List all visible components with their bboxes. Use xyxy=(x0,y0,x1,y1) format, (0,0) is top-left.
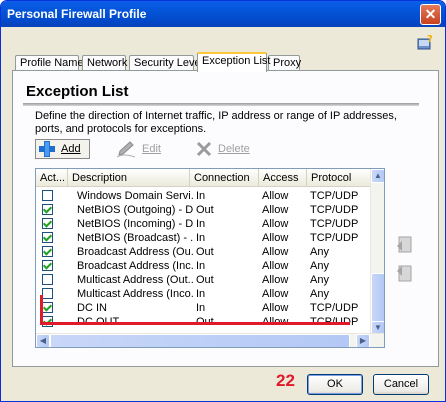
cell-access: Allow xyxy=(262,260,289,272)
cell-description: Broadcast Address (Ou... xyxy=(77,246,193,258)
tab-proxy[interactable]: Proxy xyxy=(268,55,301,71)
tab-profile-name[interactable]: Profile Name xyxy=(15,55,84,71)
scroll-right-icon[interactable]: ▶ xyxy=(356,334,370,347)
table-row[interactable]: Windows Domain Servi... In Allow TCP/UDP xyxy=(36,189,372,203)
table-row[interactable]: NetBIOS (Broadcast) - ... In Allow TCP/UDP xyxy=(36,231,372,245)
cell-access: Allow xyxy=(262,218,289,230)
edit-button-label: Edit xyxy=(142,143,161,155)
column-header-connection[interactable]: Connection xyxy=(190,169,259,187)
panel-description: Define the direction of Internet traffic… xyxy=(35,110,397,135)
row-active-checkbox[interactable] xyxy=(42,204,53,215)
cell-access: Allow xyxy=(262,190,289,202)
cell-connection: In xyxy=(196,302,206,314)
table-row[interactable]: Multicast Address (Out... Out Allow Any xyxy=(36,273,372,287)
page-title: Exception List xyxy=(26,83,129,100)
column-header-active[interactable]: Act... xyxy=(36,169,68,187)
cell-description: Broadcast Address (Inc... xyxy=(77,260,193,272)
column-header-protocol[interactable]: Protocol xyxy=(307,169,372,187)
delete-button-label: Delete xyxy=(218,143,250,155)
tab-exception-list[interactable]: Exception List xyxy=(197,52,270,72)
cell-connection: In xyxy=(196,232,206,244)
cell-description: Multicast Address (Inco... xyxy=(77,288,193,300)
horizontal-scroll-thumb[interactable] xyxy=(50,334,350,347)
vertical-scrollbar[interactable]: ▲ ▼ xyxy=(370,169,384,335)
cell-access: Allow xyxy=(262,274,289,286)
cell-description: Windows Domain Servi... xyxy=(77,190,193,202)
highlight-bracket-horizontal xyxy=(40,322,350,325)
table-row[interactable]: NetBIOS (Incoming) - D... In Allow TCP/UDP xyxy=(36,217,372,231)
scroll-left-icon[interactable]: ◀ xyxy=(36,334,50,347)
tab-security-level[interactable]: Security Level xyxy=(129,55,203,71)
table-header: Act... Description Connection Access Pro… xyxy=(36,169,372,187)
add-button[interactable]: Add xyxy=(35,139,90,159)
row-active-checkbox[interactable] xyxy=(42,246,53,257)
highlight-bracket-vertical xyxy=(40,295,43,325)
cell-description: NetBIOS (Incoming) - D... xyxy=(77,218,193,230)
cell-connection: Out xyxy=(196,274,214,286)
scroll-thumb[interactable] xyxy=(371,273,384,323)
row-active-checkbox[interactable] xyxy=(42,232,53,243)
row-active-checkbox[interactable] xyxy=(42,302,53,313)
table-row[interactable]: DC IN In Allow TCP/UDP xyxy=(36,301,372,315)
table-row[interactable]: Multicast Address (Inco... In Allow Any xyxy=(36,287,372,301)
cell-connection: Out xyxy=(196,204,214,216)
move-down-icon[interactable] xyxy=(394,263,414,285)
table-row[interactable]: Broadcast Address (Inc... In Allow Any xyxy=(36,259,372,273)
cell-protocol: Any xyxy=(310,288,329,300)
exception-list-table: Act... Description Connection Access Pro… xyxy=(35,168,385,348)
row-active-checkbox[interactable] xyxy=(42,218,53,229)
table-row[interactable]: NetBIOS (Outgoing) - D... Out Allow TCP/UDP xyxy=(36,203,372,217)
row-active-checkbox[interactable] xyxy=(42,274,53,285)
tab-network[interactable]: Network xyxy=(82,55,127,71)
title-bar[interactable]: Personal Firewall Profile ✕ xyxy=(1,1,445,27)
cell-access: Allow xyxy=(262,302,289,314)
add-button-label: Add xyxy=(61,143,81,155)
window-title: Personal Firewall Profile xyxy=(7,7,147,21)
cancel-button[interactable]: Cancel xyxy=(373,374,429,395)
column-header-description[interactable]: Description xyxy=(68,169,190,187)
cell-connection: In xyxy=(196,260,206,272)
firewall-profile-dialog: Personal Firewall Profile ✕ ? Profile Na… xyxy=(0,0,446,402)
edit-button[interactable]: Edit xyxy=(116,139,161,159)
cell-protocol: TCP/UDP xyxy=(310,190,359,202)
cell-protocol: TCP/UDP xyxy=(310,204,359,216)
cell-access: Allow xyxy=(262,288,289,300)
cell-description: Multicast Address (Out... xyxy=(77,274,193,286)
cell-connection: In xyxy=(196,190,206,202)
scroll-up-icon[interactable]: ▲ xyxy=(371,169,384,183)
cell-protocol: Any xyxy=(310,274,329,286)
row-active-checkbox[interactable] xyxy=(42,190,53,201)
cell-description: NetBIOS (Broadcast) - ... xyxy=(77,232,193,244)
help-question-icon[interactable]: ? xyxy=(415,33,437,53)
cell-protocol: TCP/UDP xyxy=(310,218,359,230)
cell-protocol: Any xyxy=(310,246,329,258)
svg-text:?: ? xyxy=(427,34,433,45)
cell-protocol: Any xyxy=(310,260,329,272)
cell-connection: Out xyxy=(196,246,214,258)
column-header-access[interactable]: Access xyxy=(259,169,307,187)
table-row[interactable]: Broadcast Address (Ou... Out Allow Any xyxy=(36,245,372,259)
cell-connection: In xyxy=(196,218,206,230)
cell-access: Allow xyxy=(262,204,289,216)
x-delete-icon xyxy=(196,141,212,157)
annotation-number: 22 xyxy=(276,371,295,390)
row-active-checkbox[interactable] xyxy=(42,260,53,271)
delete-button[interactable]: Delete xyxy=(196,139,250,159)
cell-connection: In xyxy=(196,288,206,300)
move-up-icon[interactable] xyxy=(394,234,414,256)
cell-description: DC IN xyxy=(77,302,107,314)
cell-description: NetBIOS (Outgoing) - D... xyxy=(77,204,193,216)
cell-access: Allow xyxy=(262,246,289,258)
row-active-checkbox[interactable] xyxy=(42,288,53,299)
heading-divider xyxy=(23,103,419,106)
horizontal-scrollbar[interactable]: ◀ ▶ xyxy=(36,333,384,347)
ok-button[interactable]: OK xyxy=(307,374,363,395)
pencil-icon xyxy=(116,140,136,158)
cell-protocol: TCP/UDP xyxy=(310,302,359,314)
plus-icon xyxy=(38,141,56,157)
close-icon[interactable]: ✕ xyxy=(420,4,441,25)
cell-access: Allow xyxy=(262,232,289,244)
cell-protocol: TCP/UDP xyxy=(310,232,359,244)
